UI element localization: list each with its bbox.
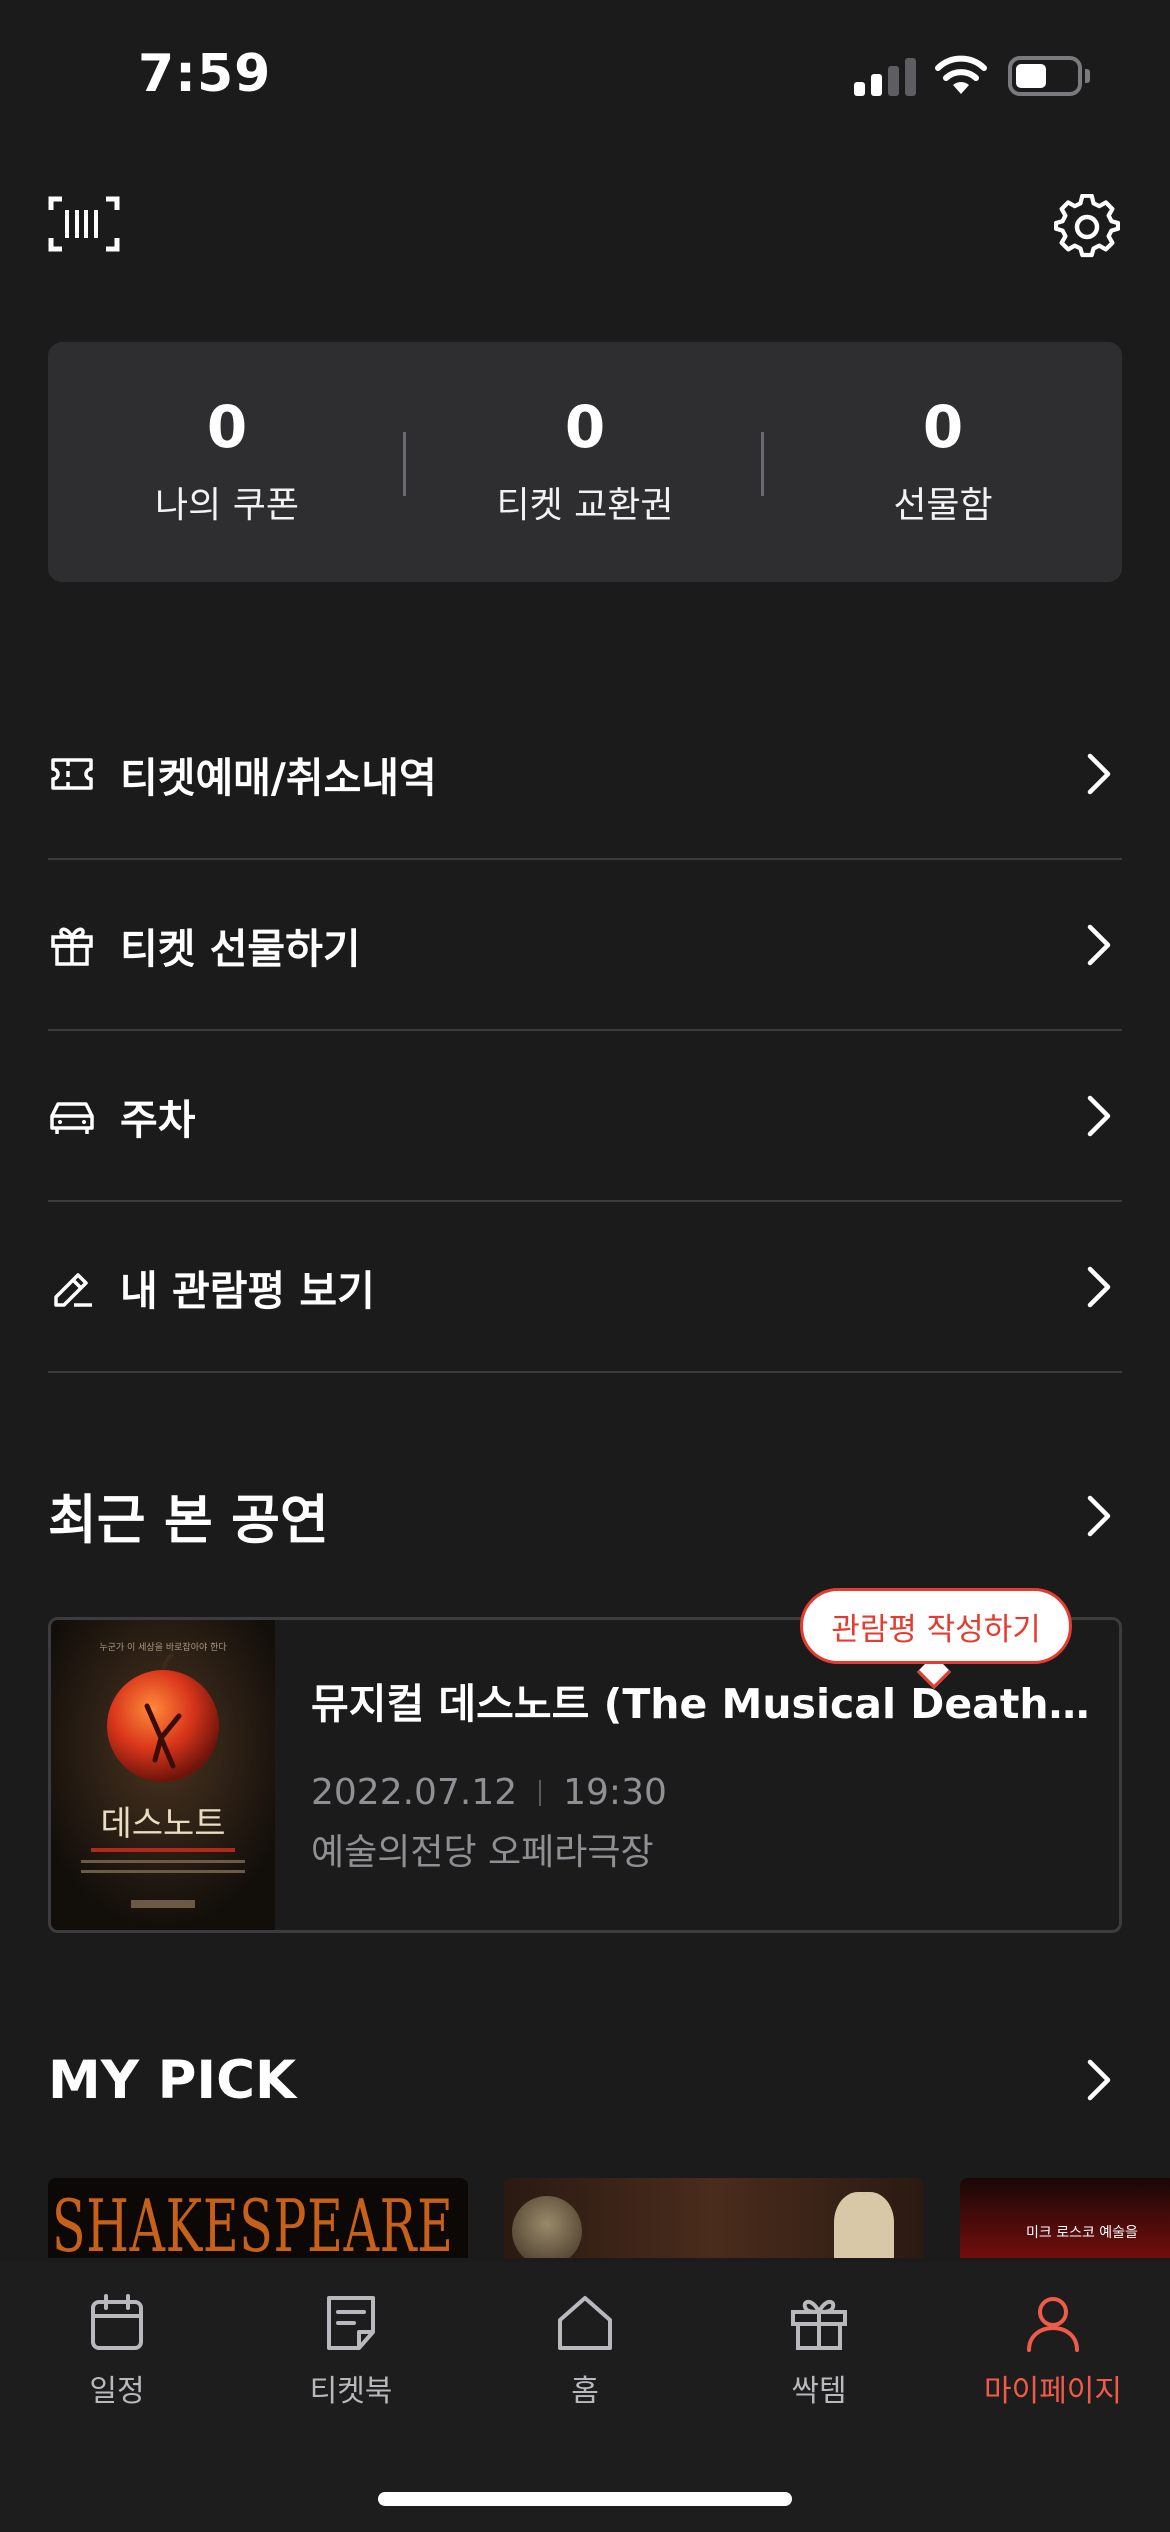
coupon-count: 0 — [206, 393, 248, 462]
poster-tagline: 누군가 이 세상을 바로잡아야 한다 — [99, 1643, 227, 1653]
mypage-screen: 7:59 0 나의 쿠폰 0 티켓 교환권 0 선물함 티켓예매/취소내역 티켓… — [0, 0, 1170, 2532]
battery-icon — [1008, 56, 1090, 96]
tab-deals[interactable]: 싹템 — [702, 2292, 936, 2410]
tab-home[interactable]: 홈 — [468, 2292, 702, 2410]
pick-item[interactable]: SHAKESPEARE — [48, 2178, 468, 2258]
chevron-right-icon — [1087, 753, 1111, 794]
show-time: 19:30 — [563, 1772, 667, 1813]
tab-label: 싹템 — [791, 2374, 847, 2409]
tab-ticketbook[interactable]: 티켓북 — [234, 2292, 468, 2410]
menu-label: 주차 — [120, 1095, 196, 1144]
coupon-stat[interactable]: 0 나의 쿠폰 — [48, 342, 406, 582]
pick-poster-figure — [512, 2196, 582, 2258]
recent-show-card[interactable]: 누군가 이 세상을 바로잡아야 한다 데스노트 뮤지컬 데스노트 (The Mu… — [48, 1617, 1122, 1933]
menu-item-parking[interactable]: 주차 — [48, 1031, 1122, 1202]
chevron-right-icon — [1087, 1495, 1111, 1537]
show-poster: 누군가 이 세상을 바로잡아야 한다 데스노트 — [51, 1620, 275, 1930]
gift-box-count: 0 — [922, 393, 964, 462]
menu-item-my-reviews[interactable]: 내 관람평 보기 — [48, 1202, 1122, 1373]
chevron-right-icon — [1087, 1095, 1111, 1136]
my-pick-title: MY PICK — [48, 2049, 297, 2111]
gift-icon — [51, 927, 93, 966]
menu-label: 내 관람평 보기 — [120, 1266, 375, 1315]
chevron-right-icon — [1087, 1266, 1111, 1307]
pick-item[interactable]: 미크 로스코 예술을 — [960, 2178, 1170, 2258]
poster-title: 데스노트 — [100, 1804, 226, 1844]
ticket-voucher-label: 티켓 교환권 — [496, 484, 674, 526]
menu-item-gift-ticket[interactable]: 티켓 선물하기 — [48, 860, 1122, 1031]
home-indicator[interactable] — [378, 2492, 792, 2506]
car-icon — [50, 1101, 94, 1134]
show-venue: 예술의전당 오페라극장 — [311, 1832, 654, 1873]
chevron-right-icon — [1087, 2059, 1111, 2101]
menu-label: 티켓 선물하기 — [120, 924, 361, 973]
my-pick-header[interactable]: MY PICK — [48, 2044, 1122, 2116]
tab-label: 마이페이지 — [984, 2374, 1122, 2409]
recent-shows-title: 최근 본 공연 — [48, 1490, 329, 1551]
ticket-icon — [51, 757, 93, 790]
gift-box-stat[interactable]: 0 선물함 — [764, 342, 1122, 582]
my-pick-carousel[interactable]: SHAKESPEARE 미크 로스코 예술을 — [48, 2178, 1170, 2258]
show-datetime: 2022.07.12 19:30 — [311, 1772, 1091, 1813]
pick-item[interactable] — [504, 2178, 924, 2258]
show-date: 2022.07.12 — [311, 1772, 518, 1813]
chevron-right-icon — [1087, 924, 1111, 965]
tab-label: 티켓북 — [309, 2374, 393, 2409]
menu-item-ticket-history[interactable]: 티켓예매/취소내역 — [48, 689, 1122, 860]
status-bar: 7:59 — [0, 0, 1170, 150]
pick-poster-text: 미크 로스코 예술을 — [1026, 2225, 1138, 2241]
ticketbook-icon — [327, 2296, 375, 2350]
ticket-voucher-stat[interactable]: 0 티켓 교환권 — [406, 342, 764, 582]
home-icon — [558, 2296, 612, 2350]
coupon-label: 나의 쿠폰 — [155, 484, 299, 526]
gift-box-icon — [791, 2299, 847, 2350]
status-time: 7:59 — [138, 44, 272, 104]
pencil-icon — [54, 1272, 92, 1307]
datetime-divider — [539, 1779, 542, 1806]
cellular-signal-icon — [854, 56, 916, 96]
ticket-voucher-count: 0 — [564, 393, 606, 462]
calendar-icon — [91, 2294, 143, 2350]
tab-label: 일정 — [89, 2374, 145, 2409]
show-title: 뮤지컬 데스노트 (The Musical Death Note) — [311, 1680, 1091, 1728]
person-icon — [1027, 2297, 1079, 2352]
menu-label: 티켓예매/취소내역 — [120, 753, 437, 802]
battery-level — [1016, 64, 1046, 88]
barcode-scan-icon[interactable] — [48, 196, 120, 252]
wifi-icon — [935, 55, 987, 94]
gift-box-label: 선물함 — [893, 484, 993, 526]
mypage-menu: 티켓예매/취소내역 티켓 선물하기 주차 내 관람평 보기 — [48, 689, 1122, 1373]
tab-label: 홈 — [571, 2374, 599, 2409]
pick-poster-text: SHAKESPEARE — [52, 2184, 454, 2258]
pick-poster-figure — [834, 2192, 894, 2258]
recent-shows-header[interactable]: 최근 본 공연 — [48, 1480, 1122, 1552]
tab-mypage[interactable]: 마이페이지 — [936, 2292, 1170, 2410]
tab-schedule[interactable]: 일정 — [0, 2292, 234, 2410]
write-review-button[interactable]: 관람평 작성하기 — [800, 1588, 1072, 1664]
stats-card: 0 나의 쿠폰 0 티켓 교환권 0 선물함 — [48, 342, 1122, 582]
gear-icon[interactable] — [1054, 194, 1120, 260]
show-info: 뮤지컬 데스노트 (The Musical Death Note) 2022.0… — [311, 1670, 1091, 1875]
